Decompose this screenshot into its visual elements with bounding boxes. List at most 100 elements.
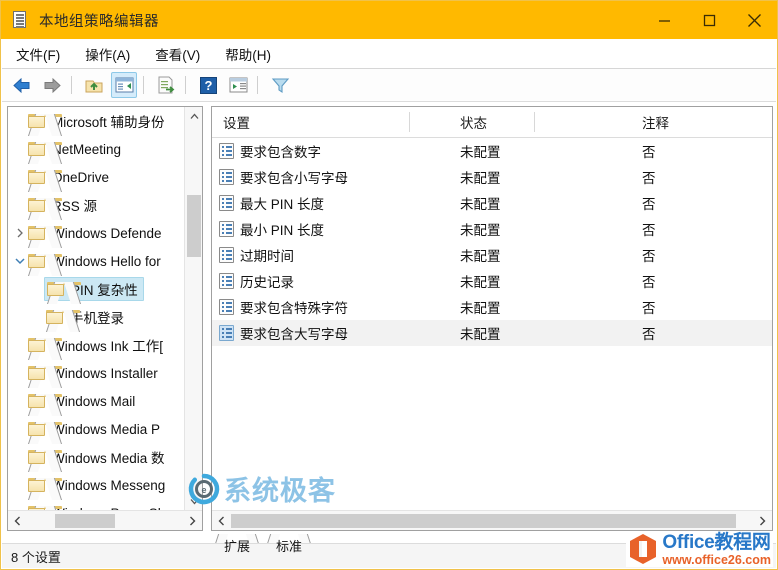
menu-item-view[interactable]: 查看(V) [144,44,211,64]
tree-item-3[interactable]: RSS 源 [8,191,184,219]
tree-item-content: Windows Hello for [28,253,161,269]
tree-list: Microsoft 辅助身份 NetMeeting OneDrive RSS 源 Win… [8,107,184,510]
minimize-button[interactable] [642,1,687,39]
tree-indent-spacer [12,477,28,493]
tree-vertical-scrollbar[interactable] [184,107,202,510]
tree-scroll-down-button[interactable] [185,492,202,510]
chevron-right-icon[interactable] [12,225,28,241]
settings-rows: 要求包含数字 未配置否要求包含小写字母 未配置否最大 PIN 长度 未配置否最小 PI… [212,138,772,346]
tree-item-content: Windows Installer [28,365,158,381]
tree-item-label: Windows Installer [52,365,158,381]
table-row[interactable]: 要求包含数字 未配置 否 [212,138,772,164]
tree-indent-spacer [12,169,28,185]
tree-item-1[interactable]: NetMeeting [8,135,184,163]
tree-item-4[interactable]: Windows Defende [8,219,184,247]
tree-indent-spacer [12,449,28,465]
table-row[interactable]: 要求包含小写字母 未配置 否 [212,164,772,190]
table-row[interactable]: 最小 PIN 长度 未配置 否 [212,216,772,242]
list-scroll-right-button[interactable] [753,511,772,530]
column-header-comment[interactable]: 注释 [642,107,669,136]
tree-horizontal-scrollbar[interactable] [8,510,202,530]
toolbar-separator-1 [71,76,72,94]
row-state-value: 未配置 [460,301,501,316]
tree-item-10[interactable]: Windows Mail [8,387,184,415]
tree-item-6[interactable]: PIN 复杂性 [8,275,184,303]
tree-item-7[interactable]: 手机登录 [8,303,184,331]
help-icon[interactable]: ? [195,72,221,98]
policy-setting-icon [219,247,234,263]
column-divider-2[interactable] [534,112,535,132]
column-header-setting[interactable]: 设置 [223,107,250,136]
tree-scroll-left-button[interactable] [8,511,27,530]
policy-setting-icon [219,143,234,159]
list-horizontal-scrollbar[interactable] [212,510,772,530]
export-list-icon[interactable] [153,72,179,98]
tree-vertical-scroll-thumb[interactable] [187,195,201,257]
tree-item-label: Windows Media 数 [52,451,165,466]
tree-indent-spacer [12,365,28,381]
tree-indent-spacer [12,197,28,213]
window-controls [642,1,777,39]
tree-item-content: Windows Defende [28,225,162,241]
tree-indent-spacer [12,393,28,409]
toolbar-separator-2 [143,76,144,94]
row-setting-name: 过期时间 [240,249,294,264]
folder-icon [28,365,62,381]
tree-indent-spacer [12,337,28,353]
folder-icon [28,225,62,241]
tree-item-13[interactable]: Windows Messeng [8,471,184,499]
row-state-value: 未配置 [460,275,501,290]
tab-extended-label: 扩展 [224,538,251,554]
tree-item-label: Microsoft 辅助身份 [52,115,165,130]
up-one-level-icon[interactable] [81,72,107,98]
group-policy-editor-window: 本地组策略编辑器 文件(F) 操作(A) 查看(V) 帮助(H) ? Micro… [0,0,778,570]
table-row[interactable]: 要求包含特殊字符 未配置 否 [212,294,772,320]
tree-scroll-up-button[interactable] [185,107,202,125]
maximize-button[interactable] [687,1,732,39]
tree-item-label: Windows Messeng [52,477,166,493]
back-arrow-icon[interactable] [9,72,35,98]
policy-setting-icon [219,325,234,341]
policy-setting-icon [219,299,234,315]
tree-item-content: Windows Messeng [28,477,166,493]
column-header-state[interactable]: 状态 [460,107,487,136]
tree-item-12[interactable]: Windows Media 数 [8,443,184,471]
tree-item-0[interactable]: Microsoft 辅助身份 [8,107,184,135]
tree-item-2[interactable]: OneDrive [8,163,184,191]
filter-icon[interactable] [267,72,293,98]
tree-item-5[interactable]: Windows Hello for [8,247,184,275]
show-action-pane-icon[interactable] [225,72,251,98]
table-row[interactable]: 历史记录 未配置 否 [212,268,772,294]
table-row[interactable]: 最大 PIN 长度 未配置 否 [212,190,772,216]
row-setting-name: 要求包含数字 [240,145,321,160]
table-row[interactable]: 要求包含大写字母 未配置 否 [212,320,772,346]
show-hide-tree-icon[interactable] [111,72,137,98]
settings-list-panel: 设置 状态 注释 要求包含数字 未配置否要求包含小写字母 未配置否最大 PIN 长度… [211,106,773,531]
chevron-down-icon[interactable] [12,253,28,269]
title-bar[interactable]: 本地组策略编辑器 [1,1,777,39]
row-comment-value: 否 [642,327,656,342]
tree-item-8[interactable]: Windows Ink 工作[ [8,331,184,359]
tree-item-14[interactable]: Windows PowerSh [8,499,184,510]
folder-icon [46,309,80,325]
tree-item-11[interactable]: Windows Media P [8,415,184,443]
tree-scroll-right-button[interactable] [183,511,202,530]
list-horizontal-scroll-thumb[interactable] [231,514,736,528]
menu-item-help[interactable]: 帮助(H) [214,44,282,64]
forward-arrow-icon[interactable] [39,72,65,98]
row-comment-value: 否 [642,197,656,212]
menu-item-action[interactable]: 操作(A) [74,44,141,64]
table-row[interactable]: 过期时间 未配置 否 [212,242,772,268]
list-scroll-left-button[interactable] [212,511,231,530]
tree-horizontal-scroll-thumb[interactable] [55,514,115,528]
close-button[interactable] [732,1,777,39]
tree-item-9[interactable]: Windows Installer [8,359,184,387]
row-setting-name: 历史记录 [240,275,294,290]
policy-document-icon [10,10,30,30]
console-tree-panel: Microsoft 辅助身份 NetMeeting OneDrive RSS 源 Win… [7,106,203,531]
status-bar: 8 个设置 [2,543,776,568]
column-divider-1[interactable] [409,112,410,132]
row-state-value: 未配置 [460,327,501,342]
tree-item-label: Windows Hello for [52,253,161,269]
menu-item-file[interactable]: 文件(F) [5,44,71,64]
